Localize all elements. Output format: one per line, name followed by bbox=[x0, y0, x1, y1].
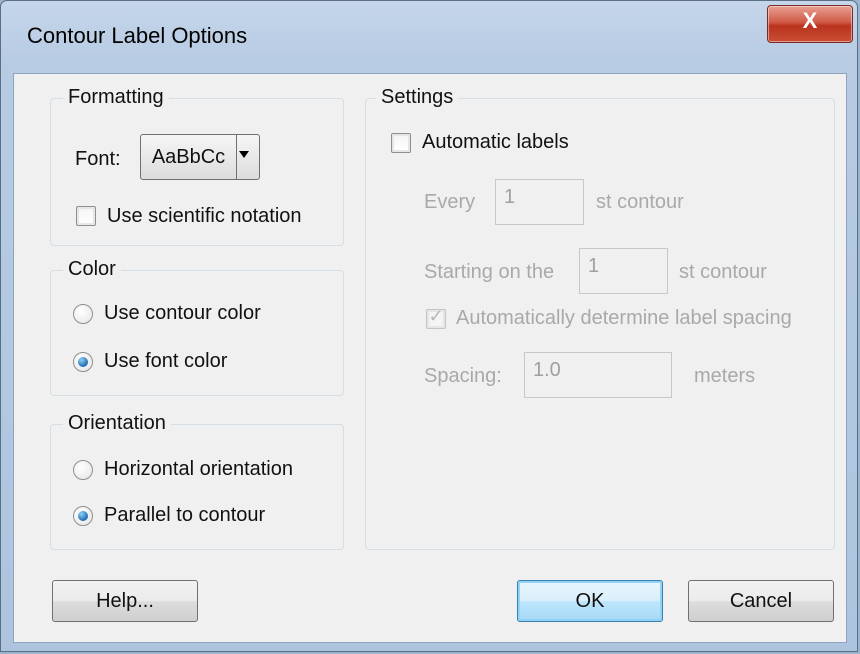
automatic-labels-checkbox[interactable] bbox=[391, 133, 411, 153]
use-contour-color-label[interactable]: Use contour color bbox=[104, 302, 261, 325]
help-button[interactable]: Help... bbox=[52, 580, 198, 622]
window-title: Contour Label Options bbox=[27, 23, 248, 48]
auto-spacing-checkbox[interactable]: ✓ bbox=[426, 306, 446, 329]
starting-on-suffix: st contour bbox=[679, 261, 767, 283]
every-label: Every bbox=[424, 191, 476, 213]
spacing-unit: meters bbox=[694, 365, 756, 387]
use-font-color-label[interactable]: Use font color bbox=[104, 350, 227, 373]
scientific-notation-checkbox[interactable] bbox=[76, 206, 96, 226]
settings-group: Settings Automatic labels Every 1 st con… bbox=[365, 86, 835, 550]
font-picker-button[interactable]: AaBbCc bbox=[140, 134, 260, 180]
dialog-window: Contour Label Options X Formatting Font:… bbox=[0, 0, 858, 652]
horizontal-orientation-radio[interactable] bbox=[73, 460, 93, 480]
title-bar[interactable]: Contour Label Options X bbox=[1, 1, 857, 73]
automatic-labels-label[interactable]: Automatic labels bbox=[422, 131, 569, 154]
formatting-group: Formatting Font: AaBbCc Use scientific n… bbox=[50, 86, 344, 246]
horizontal-orientation-label[interactable]: Horizontal orientation bbox=[104, 458, 293, 481]
font-label: Font: bbox=[75, 148, 121, 170]
color-group: Color Use contour color Use font color bbox=[50, 258, 344, 396]
auto-spacing-label[interactable]: Automatically determine label spacing bbox=[456, 307, 792, 330]
spacing-label: Spacing: bbox=[424, 365, 502, 387]
orientation-group: Orientation Horizontal orientation Paral… bbox=[50, 412, 344, 550]
use-contour-color-radio[interactable] bbox=[73, 304, 93, 324]
color-legend: Color bbox=[63, 258, 121, 281]
parallel-to-contour-radio[interactable] bbox=[73, 506, 93, 526]
scientific-notation-label[interactable]: Use scientific notation bbox=[107, 205, 302, 228]
ok-button[interactable]: OK bbox=[517, 580, 663, 622]
orientation-legend: Orientation bbox=[63, 412, 171, 435]
starting-on-label: Starting on the bbox=[424, 261, 555, 283]
every-input[interactable]: 1 bbox=[495, 179, 584, 225]
formatting-legend: Formatting bbox=[63, 86, 169, 109]
cancel-button[interactable]: Cancel bbox=[688, 580, 834, 622]
close-icon: X bbox=[802, 8, 818, 33]
use-font-color-radio[interactable] bbox=[73, 352, 93, 372]
settings-legend: Settings bbox=[376, 86, 459, 109]
checkmark-icon: ✓ bbox=[428, 306, 444, 326]
dialog-body: Formatting Font: AaBbCc Use scientific n… bbox=[13, 73, 847, 643]
spacing-input[interactable]: 1.0 bbox=[524, 352, 672, 398]
close-button[interactable]: X bbox=[767, 5, 853, 43]
chevron-down-icon[interactable] bbox=[239, 151, 249, 158]
parallel-to-contour-label[interactable]: Parallel to contour bbox=[104, 504, 265, 527]
font-sample: AaBbCc bbox=[141, 135, 237, 179]
starting-on-input[interactable]: 1 bbox=[579, 248, 668, 294]
every-suffix: st contour bbox=[596, 191, 684, 213]
